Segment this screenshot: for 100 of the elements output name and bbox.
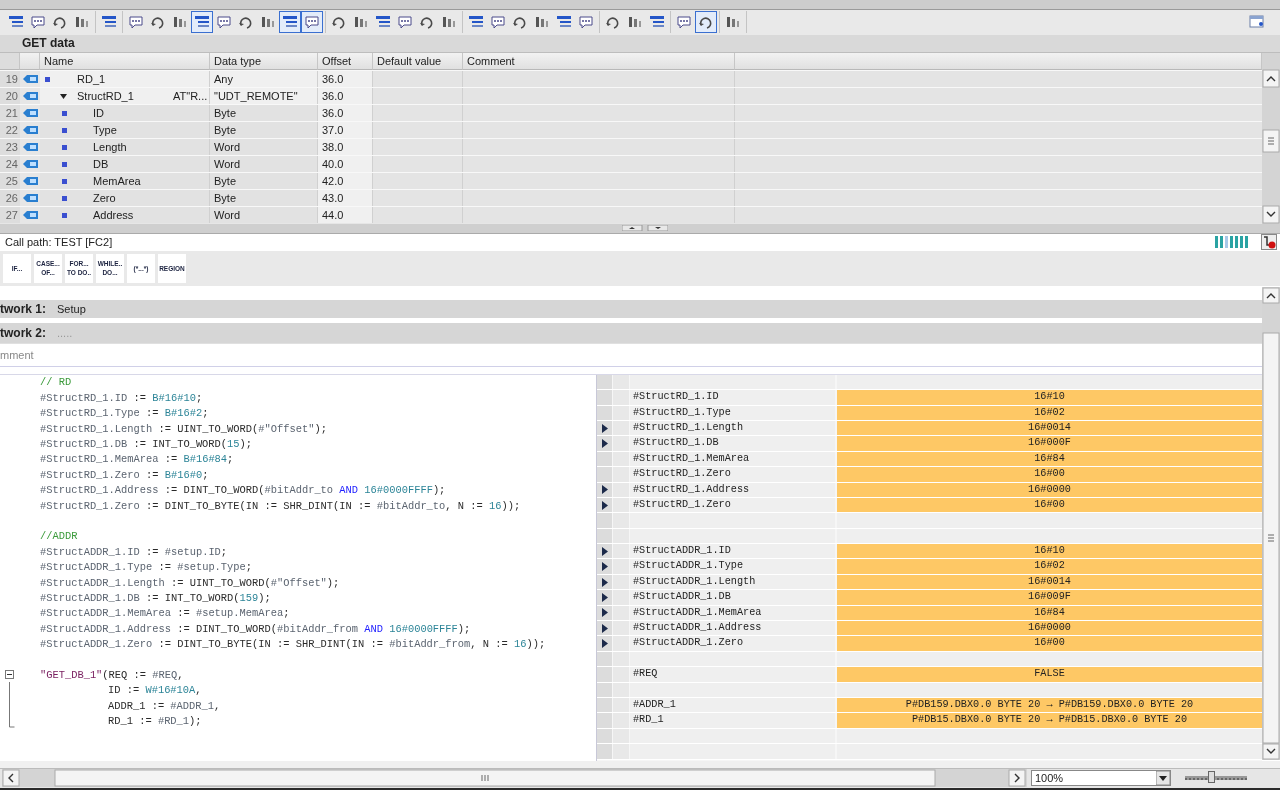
table-cell: Byte (210, 105, 318, 122)
tag-icon (22, 91, 38, 102)
code-line: #StructADDR_1.Length := UINT_TO_WORD(#"Offset"); (40, 576, 340, 589)
speech-bubble-icon (676, 15, 692, 30)
lines-icon (282, 15, 298, 30)
network-header[interactable]: twork 1: Setup (0, 299, 1262, 318)
table-cell: 36.0 (318, 105, 373, 122)
row-number: 21 (0, 105, 20, 122)
code-line: #StructRD_1.Address := DINT_TO_WORD(#bitAddr_to AND 16#0000FFFF); (40, 484, 446, 497)
call-path: Call path: TEST [FC2] (5, 236, 113, 249)
row-marker[interactable] (597, 636, 612, 651)
row-number: 22 (0, 122, 20, 139)
row-marker[interactable] (597, 513, 612, 528)
row-marker[interactable] (597, 390, 612, 405)
table-cell: Byte (210, 122, 318, 139)
table-cell-text: DB (93, 157, 110, 173)
monitor-value: 16#009F (837, 590, 1262, 605)
column-header[interactable]: Data type (210, 53, 318, 71)
zoom-slider-thumb[interactable] (1207, 771, 1215, 784)
toolbar-button[interactable] (695, 11, 717, 34)
table-cell: 38.0 (318, 139, 373, 156)
monitor-value: 16#000F (837, 436, 1262, 451)
square-bullet-icon (62, 195, 67, 201)
table-cell: Word (210, 139, 318, 156)
speech-bubble-icon (490, 15, 506, 30)
vertical-scrollbar[interactable] (1262, 286, 1280, 760)
square-bullet-icon (62, 178, 67, 184)
vertical-scrollbar[interactable] (1262, 53, 1280, 225)
table-cell: Byte (210, 190, 318, 207)
breakpoint-icon[interactable] (1261, 234, 1277, 251)
row-marker[interactable] (597, 621, 612, 636)
bars-icon[interactable] (1215, 236, 1251, 249)
table-cell: Word (210, 207, 318, 224)
table-cell-text: MemArea (93, 174, 142, 190)
code-line: #StructRD_1.ID := B#16#10; (40, 391, 203, 404)
monitor-value: 16#10 (837, 390, 1262, 405)
row-gutter (613, 467, 629, 482)
bars-icon (627, 15, 643, 30)
toolbar-button[interactable] (279, 11, 301, 34)
row-number: 20 (0, 88, 20, 105)
row-marker[interactable] (597, 590, 612, 605)
table-cell-text: Length (93, 140, 128, 156)
triangle-icon[interactable] (59, 91, 68, 101)
collapse-box-icon[interactable] (5, 670, 14, 680)
curved-arrow-icon (698, 15, 714, 30)
code-line: // RD (40, 376, 72, 389)
table-cell-text: Type (93, 123, 118, 139)
row-marker[interactable] (597, 436, 612, 451)
tag-icon (22, 142, 38, 153)
row-number: 25 (0, 173, 20, 190)
curved-arrow-icon (52, 15, 68, 30)
monitor-name: #StructRD_1.DB (630, 436, 835, 451)
lines-icon (468, 15, 484, 30)
monitor-value: P#DB159.DBX0.0 BYTE 20 → P#DB159.DBX0.0 BYTE 20 (837, 698, 1262, 713)
toolbar-button[interactable] (301, 11, 323, 34)
row-gutter (613, 390, 629, 405)
row-gutter (613, 513, 629, 528)
row-marker[interactable] (597, 713, 612, 728)
row-marker[interactable] (597, 667, 612, 682)
monitor-name: #StructRD_1.Zero (630, 467, 835, 482)
curved-arrow-icon (605, 15, 621, 30)
row-marker[interactable] (597, 467, 612, 482)
zoom-dropdown[interactable]: 100% (1031, 770, 1171, 787)
row-gutter (613, 713, 629, 728)
column-header[interactable]: Default value (373, 53, 463, 71)
row-marker[interactable] (597, 698, 612, 713)
bars-icon (534, 15, 550, 30)
square-bullet-icon (62, 161, 67, 167)
window-layout-icon[interactable] (1249, 15, 1265, 30)
network-header[interactable]: twork 2: ..... (0, 322, 1262, 343)
table-cell: 43.0 (318, 190, 373, 207)
monitor-name: #StructRD_1.ID (630, 390, 835, 405)
tag-icon (22, 74, 38, 85)
monitor-value: FALSE (837, 667, 1262, 682)
splitter-handle-icon[interactable] (622, 225, 668, 232)
column-header[interactable]: Comment (463, 53, 735, 71)
code-line: #StructADDR_1.Type := #setup.Type; (40, 561, 253, 574)
network-title[interactable]: Setup (57, 302, 86, 315)
tag-icon (22, 125, 38, 136)
comment-field[interactable]: mment (0, 342, 1262, 367)
bars-icon (172, 15, 188, 30)
square-bullet-icon (62, 110, 67, 116)
tag-icon (22, 108, 38, 119)
tag-icon (22, 159, 38, 170)
row-marker[interactable] (597, 559, 612, 574)
column-header[interactable]: Offset (318, 53, 373, 71)
row-marker[interactable] (597, 374, 612, 390)
horizontal-scrollbar[interactable] (2, 769, 1027, 788)
row-marker[interactable] (597, 744, 612, 759)
speech-bubble-icon (397, 15, 413, 30)
column-header[interactable]: Name (40, 53, 210, 71)
bars-icon (441, 15, 457, 30)
row-gutter (613, 590, 629, 605)
bars-icon (260, 15, 276, 30)
row-marker[interactable] (597, 544, 612, 559)
code-line: #StructADDR_1.ID := #setup.ID; (40, 545, 228, 558)
row-gutter (613, 744, 629, 759)
code-line: #StructRD_1.Length := UINT_TO_WORD(#"Offset"); (40, 422, 327, 435)
tag-icon (22, 176, 38, 187)
toolbar-button[interactable] (191, 11, 213, 34)
